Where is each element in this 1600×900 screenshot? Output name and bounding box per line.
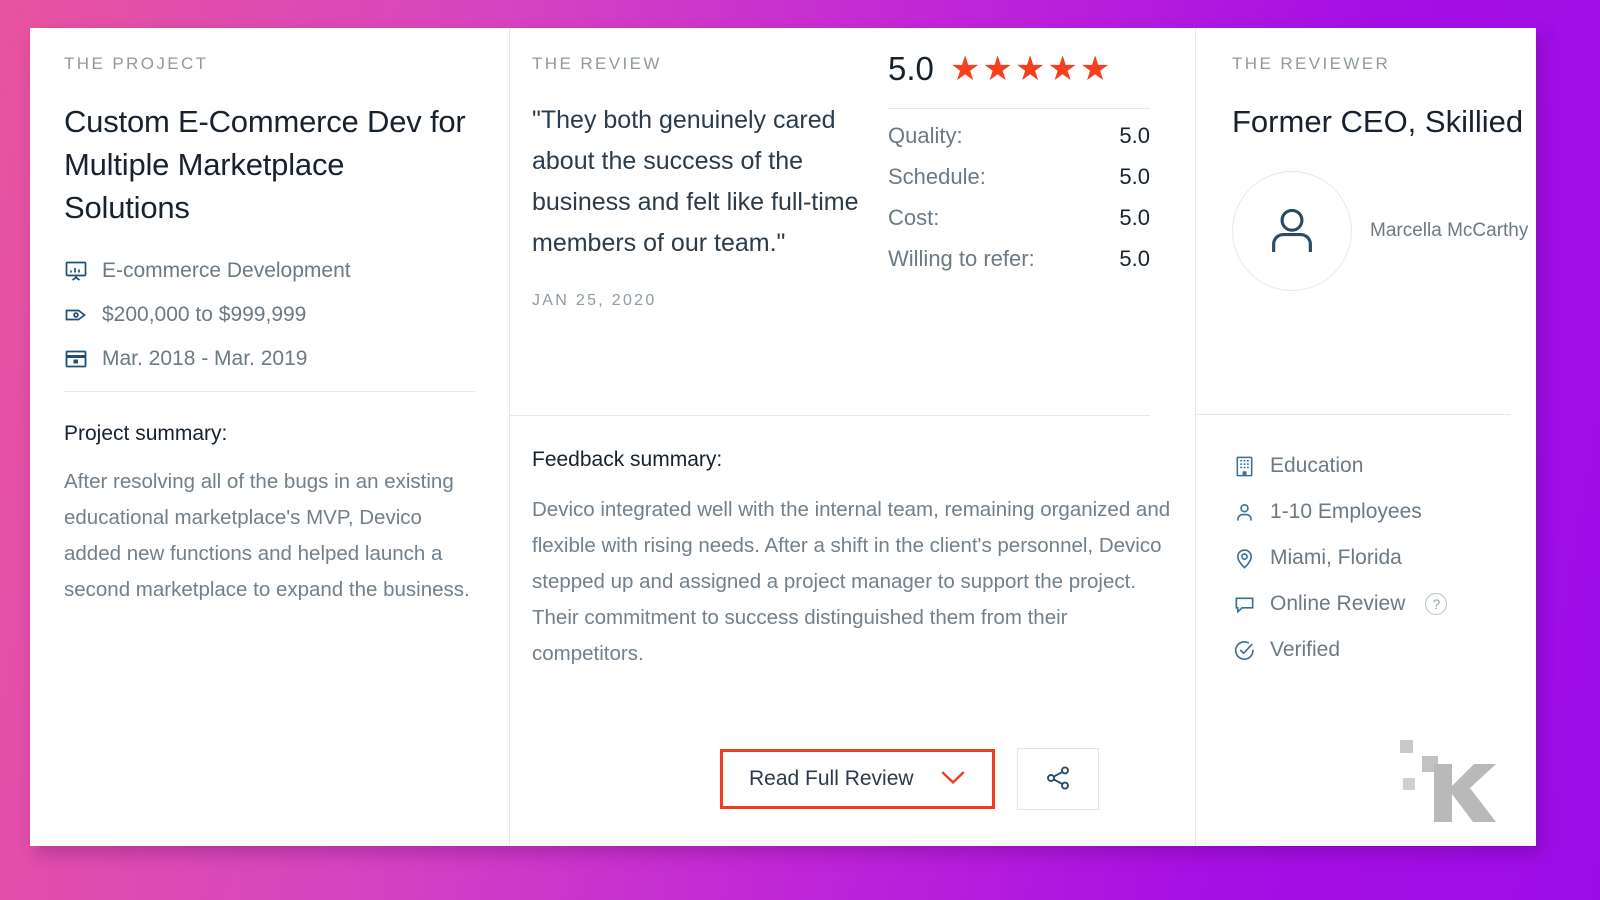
clutch-k-logo-watermark <box>1362 716 1512 826</box>
avatar <box>1232 171 1352 291</box>
review-actions: Read Full Review <box>720 748 1099 810</box>
chevron-down-icon <box>940 767 966 791</box>
reviewer-title: Former CEO, Skillied <box>1232 104 1524 139</box>
rating-value-willing-to-refer: 5.0 <box>1119 246 1150 271</box>
rating-value-schedule: 5.0 <box>1119 164 1150 189</box>
price-tag-icon <box>64 303 88 327</box>
project-divider <box>64 391 475 392</box>
reviewer-meta-verified-label: Verified <box>1270 638 1341 661</box>
star-icon: ★ <box>1079 50 1111 88</box>
building-icon <box>1232 454 1256 478</box>
star-icon: ★ <box>1014 50 1046 88</box>
star-rating: ★ ★ ★ ★ ★ <box>950 52 1110 86</box>
presentation-chart-icon <box>64 259 88 283</box>
project-meta-budget-label: $200,000 to $999,999 <box>102 303 307 326</box>
rating-label-schedule: Schedule: <box>888 164 986 189</box>
rating-label-quality: Quality: <box>888 123 963 148</box>
project-meta-dates: Mar. 2018 - Mar. 2019 <box>64 347 475 371</box>
review-quote-block: THE REVIEW "They both genuinely cared ab… <box>532 54 892 310</box>
reviewer-meta-list: Education 1-10 Employees Miami, Florida … <box>1232 454 1522 684</box>
project-title: Custom E-Commerce Dev for Multiple Marke… <box>64 104 466 225</box>
speech-bubble-icon <box>1232 592 1256 616</box>
review-date: JAN 25, 2020 <box>532 292 657 309</box>
rating-value-quality: 5.0 <box>1119 123 1150 148</box>
ratings-block: 5.0 ★ ★ ★ ★ ★ Quality: 5.0 Schedule: 5.0 <box>888 50 1150 287</box>
star-icon: ★ <box>949 50 981 88</box>
reviewer-meta-size-label: 1-10 Employees <box>1270 500 1422 523</box>
review-section-divider <box>510 415 1150 416</box>
reviewer-column: THE REVIEWER Former CEO, Skillied Marcel… <box>1196 28 1534 846</box>
reviewer-eyebrow: THE REVIEWER <box>1232 54 1391 73</box>
project-meta-list: E-commerce Development $200,000 to $999,… <box>64 259 475 371</box>
review-column: THE REVIEW "They both genuinely cared ab… <box>510 28 1196 846</box>
reviewer-person: Marcella McCarthy <box>1232 171 1534 291</box>
reviewer-meta-verified: Verified <box>1232 638 1522 662</box>
share-button[interactable] <box>1016 748 1099 810</box>
rating-row-willing-to-refer: Willing to refer: 5.0 <box>888 246 1150 272</box>
project-column: THE PROJECT Custom E-Commerce Dev for Mu… <box>30 28 510 846</box>
feedback-block: Feedback summary: Devico integrated well… <box>532 448 1172 672</box>
reviewer-name: Marcella McCarthy <box>1370 220 1529 241</box>
feedback-text: Devico integrated well with the internal… <box>532 498 1171 665</box>
person-icon <box>1232 500 1256 524</box>
project-meta-budget: $200,000 to $999,999 <box>64 303 475 327</box>
star-icon: ★ <box>1047 50 1078 88</box>
ratings-divider <box>888 108 1150 109</box>
help-icon[interactable]: ? <box>1425 593 1448 615</box>
feedback-heading: Feedback summary: <box>532 448 723 471</box>
project-summary-text: After resolving all of the bugs in an ex… <box>64 470 470 601</box>
calendar-icon <box>64 347 88 371</box>
star-icon: ★ <box>982 50 1013 88</box>
reviewer-meta-location-label: Miami, Florida <box>1270 546 1402 569</box>
project-summary-heading: Project summary: <box>64 422 228 445</box>
reviewer-meta-size: 1-10 Employees <box>1232 500 1522 524</box>
project-eyebrow: THE PROJECT <box>64 54 209 73</box>
read-full-review-label: Read Full Review <box>749 767 914 790</box>
project-meta-service-label: E-commerce Development <box>102 259 351 282</box>
location-pin-icon <box>1232 546 1256 570</box>
project-meta-service: E-commerce Development <box>64 259 475 283</box>
overall-score: 5.0 <box>888 50 934 87</box>
reviewer-meta-location: Miami, Florida <box>1232 546 1522 570</box>
reviewer-meta-source-label: Online Review <box>1270 592 1406 615</box>
rating-value-cost: 5.0 <box>1119 205 1150 230</box>
review-quote: "They both genuinely cared about the suc… <box>532 106 859 257</box>
check-circle-icon <box>1232 638 1256 662</box>
overall-score-row: 5.0 ★ ★ ★ ★ ★ <box>888 50 1150 88</box>
rating-row-quality: Quality: 5.0 <box>888 123 1150 149</box>
project-meta-dates-label: Mar. 2018 - Mar. 2019 <box>102 347 308 370</box>
rating-row-cost: Cost: 5.0 <box>888 205 1150 231</box>
share-icon <box>1044 764 1072 795</box>
read-full-review-button[interactable]: Read Full Review <box>720 749 995 809</box>
review-card: THE PROJECT Custom E-Commerce Dev for Mu… <box>30 28 1536 846</box>
reviewer-meta-industry-label: Education <box>1270 454 1364 477</box>
rating-label-cost: Cost: <box>888 205 940 230</box>
rating-row-schedule: Schedule: 5.0 <box>888 164 1150 190</box>
reviewer-meta-source: Online Review ? <box>1232 592 1522 616</box>
reviewer-meta-industry: Education <box>1232 454 1522 478</box>
rating-label-willing-to-refer: Willing to refer: <box>888 246 1035 271</box>
review-eyebrow: THE REVIEW <box>532 54 662 73</box>
reviewer-section-divider <box>1196 414 1510 415</box>
user-avatar-icon <box>1263 200 1321 263</box>
